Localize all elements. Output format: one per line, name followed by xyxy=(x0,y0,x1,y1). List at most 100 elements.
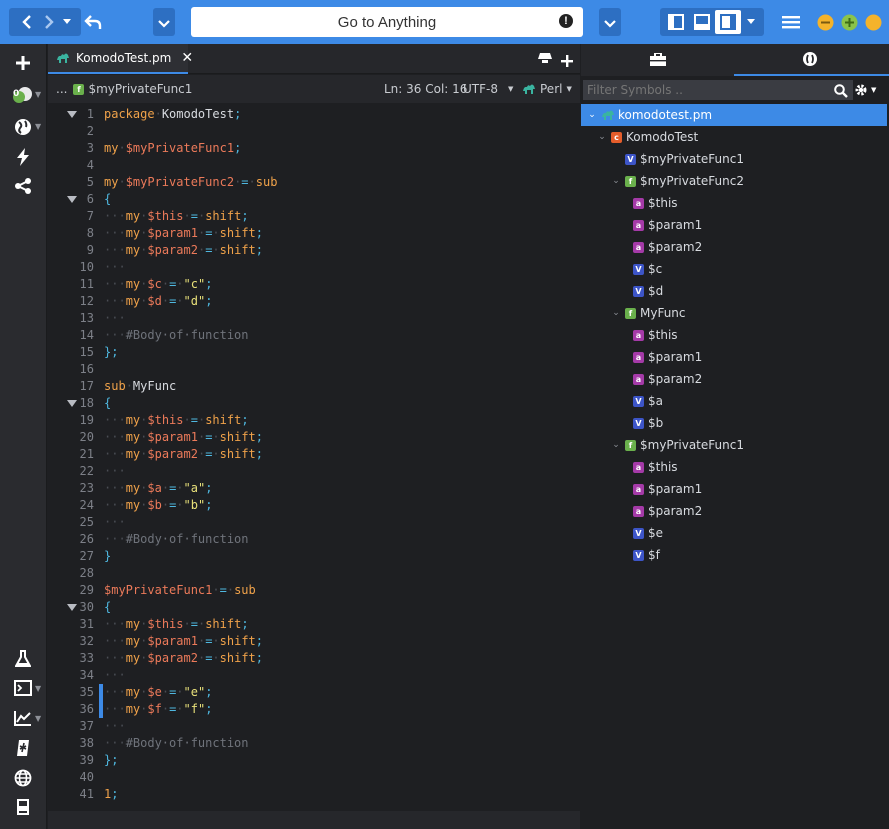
code-line[interactable]: 19 ···my·$this·=·shift; xyxy=(48,412,580,429)
tab-komodotest-pm[interactable]: KomodoTest.pm ✕ xyxy=(48,44,193,74)
code-line[interactable]: 14 ···#Body·of·function xyxy=(48,327,580,344)
code-line[interactable]: 17 sub·MyFunc xyxy=(48,378,580,395)
language-selector[interactable]: Perl ▼ xyxy=(522,82,572,96)
code-line[interactable]: 11 ···my·$c·=·"c"; xyxy=(48,276,580,293)
code-line[interactable]: 10 ··· xyxy=(48,259,580,276)
code-line[interactable]: 35 ···my·$e·=·"e"; xyxy=(48,684,580,701)
chevron-down-icon[interactable]: ▼ xyxy=(35,122,41,131)
chevron-down-icon[interactable]: ⌄ xyxy=(611,440,621,450)
code-line[interactable]: 30 { xyxy=(48,599,580,616)
code-line[interactable]: 40 xyxy=(48,769,580,786)
symbol-tree-item[interactable]: a $param1 xyxy=(633,214,702,236)
tab-list-icon[interactable] xyxy=(537,51,553,70)
hamburger-menu-icon[interactable] xyxy=(778,8,804,36)
code-line[interactable]: 6{ xyxy=(48,191,580,208)
left-pane-toggle-icon[interactable] xyxy=(663,14,689,30)
goto-anything-field[interactable]: Go to Anything ! xyxy=(191,7,583,37)
code-line[interactable]: 29 $myPrivateFunc1·=·sub xyxy=(48,582,580,599)
symbol-tree-item[interactable]: a $this xyxy=(633,456,678,478)
symbol-tree-item[interactable]: a $param2 xyxy=(633,368,702,390)
code-line[interactable]: 24 ···my·$b·=·"b"; xyxy=(48,497,580,514)
chevron-down-icon[interactable]: ⌄ xyxy=(597,132,607,142)
code-line[interactable]: 39}; xyxy=(48,752,580,769)
close-window-button[interactable] xyxy=(863,8,883,36)
new-tab-icon[interactable] xyxy=(561,52,573,71)
code-line[interactable]: 27} xyxy=(48,548,580,565)
code-line[interactable]: 34 ··· xyxy=(48,667,580,684)
code-line[interactable]: 8 ···my·$param1·=·shift; xyxy=(48,225,580,242)
code-line[interactable]: 15}; xyxy=(48,344,580,361)
code-line[interactable]: 5 my·$myPrivateFunc2·=·sub xyxy=(48,174,580,191)
chevron-down-icon[interactable]: ⌄ xyxy=(611,308,621,318)
code-line[interactable]: 18 { xyxy=(48,395,580,412)
code-editor[interactable]: 1 package·KomodoTest; 2 3 my·$myPrivateFunc1… xyxy=(48,103,580,811)
symbol-tree-item[interactable]: V $f xyxy=(633,544,660,566)
terminal-icon[interactable] xyxy=(11,677,35,699)
code-line[interactable]: 23 ···my·$a·=·"a"; xyxy=(48,480,580,497)
symbol-tree-item[interactable]: a $param1 xyxy=(633,346,702,368)
symbol-tree-item[interactable]: V $myPrivateFunc1 xyxy=(611,148,744,170)
code-line[interactable]: 13 ··· xyxy=(48,310,580,327)
symbol-tree-item[interactable]: ⌄ f $myPrivateFunc2 xyxy=(611,170,744,192)
cursor-position[interactable]: Ln: 36 Col: 16 xyxy=(384,82,467,96)
chevron-down-icon[interactable]: ⌄ xyxy=(587,110,597,120)
toolbar-menu-dropdown[interactable] xyxy=(153,8,175,36)
symbol-tree-item[interactable]: V $b xyxy=(633,412,663,434)
code-line[interactable]: 26 ···#Body·of·function xyxy=(48,531,580,548)
code-line[interactable]: 38 ···#Body·of·function xyxy=(48,735,580,752)
code-line[interactable]: 16 xyxy=(48,361,580,378)
chart-line-icon[interactable] xyxy=(11,707,35,729)
lightning-icon[interactable] xyxy=(11,146,35,168)
symbol-tree-item[interactable]: V $e xyxy=(633,522,663,544)
search-icon[interactable] xyxy=(834,83,848,102)
undo-close-tab-icon[interactable] xyxy=(80,8,106,36)
minimize-button[interactable] xyxy=(815,8,835,36)
layout-dropdown-icon[interactable] xyxy=(741,19,761,25)
code-line[interactable]: 33 ···my·$param2·=·shift; xyxy=(48,650,580,667)
warning-icon[interactable]: ! xyxy=(559,14,573,28)
new-file-icon[interactable] xyxy=(11,52,35,74)
symbol-tree-item[interactable]: a $this xyxy=(633,192,678,214)
horizontal-scrollbar[interactable] xyxy=(48,811,580,829)
symbol-tree-item[interactable]: a $param2 xyxy=(633,500,702,522)
code-line[interactable]: 3 my·$myPrivateFunc1; xyxy=(48,140,580,157)
chevron-down-icon[interactable]: ▼ xyxy=(35,714,41,723)
symbol-tree-item[interactable]: V $a xyxy=(633,390,663,412)
symbol-tree-item[interactable]: ⌄ f MyFunc xyxy=(611,302,685,324)
symbol-tree-item[interactable]: ⌄ c KomodoTest xyxy=(597,126,698,148)
forward-icon[interactable] xyxy=(38,14,60,30)
symbol-tree-item[interactable]: ⌄ f $myPrivateFunc1 xyxy=(611,434,744,456)
code-line[interactable]: 41 1; xyxy=(48,786,580,803)
code-line[interactable]: 2 xyxy=(48,123,580,140)
back-icon[interactable] xyxy=(16,14,38,30)
globe-icon[interactable] xyxy=(11,116,35,138)
code-line[interactable]: 21 ···my·$param2·=·shift; xyxy=(48,446,580,463)
share-icon[interactable] xyxy=(11,175,35,197)
regex-icon[interactable] xyxy=(11,737,35,759)
chevron-down-icon[interactable]: ▼ xyxy=(35,684,41,693)
symbol-tree-item[interactable]: a $this xyxy=(633,324,678,346)
code-line[interactable]: 12 ···my·$d·=·"d"; xyxy=(48,293,580,310)
code-line[interactable]: 28 xyxy=(48,565,580,582)
symbol-tree-item[interactable]: ⌄ komodotest.pm xyxy=(587,104,712,126)
toolbox-icon[interactable] xyxy=(649,52,667,71)
book-icon[interactable] xyxy=(11,796,35,818)
code-line[interactable]: 31 ···my·$this·=·shift; xyxy=(48,616,580,633)
code-line[interactable]: 37 ··· xyxy=(48,718,580,735)
code-line[interactable]: 1 package·KomodoTest; xyxy=(48,106,580,123)
code-line[interactable]: 22 ··· xyxy=(48,463,580,480)
code-line[interactable]: 20 ···my·$param1·=·shift; xyxy=(48,429,580,446)
code-line[interactable]: 36 ···my·$f·=·"f"; xyxy=(48,701,580,718)
symbol-tree-item[interactable]: a $param1 xyxy=(633,478,702,500)
symbol-tree-item[interactable]: a $param2 xyxy=(633,236,702,258)
close-tab-icon[interactable]: ✕ xyxy=(181,50,193,66)
chevron-down-icon[interactable]: ⌄ xyxy=(611,176,621,186)
flask-icon[interactable] xyxy=(11,648,35,670)
encoding-selector[interactable]: UTF-8 ▼ xyxy=(463,82,513,96)
breadcrumb-ellipsis[interactable]: ... xyxy=(56,82,67,96)
symbol-tree-item[interactable]: V $c xyxy=(633,258,662,280)
symbol-tree-item[interactable]: V $d xyxy=(633,280,663,302)
maximize-button[interactable] xyxy=(839,8,859,36)
code-line[interactable]: 7 ···my·$this·=·shift; xyxy=(48,208,580,225)
breadcrumb-symbol[interactable]: $myPrivateFunc1 xyxy=(88,82,192,96)
